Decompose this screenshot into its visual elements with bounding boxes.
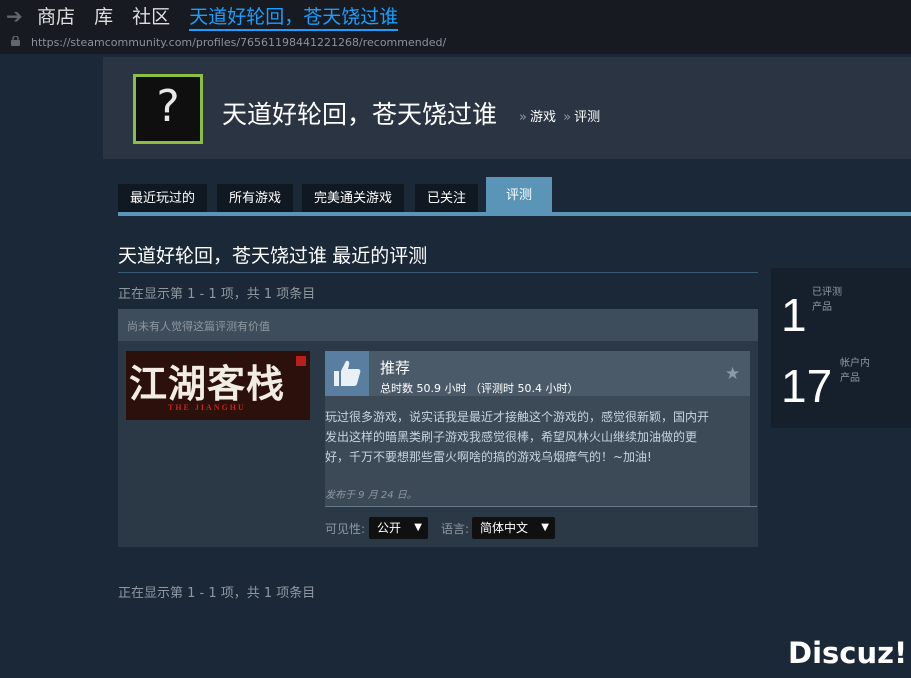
star-award-icon[interactable]: ★ xyxy=(725,364,740,384)
breadcrumb-separator: » xyxy=(519,110,527,125)
nav-community[interactable]: 社区 xyxy=(132,6,170,28)
watermark-logo: Discuz! xyxy=(788,636,908,670)
breadcrumb: » 游戏 » 评测 xyxy=(516,106,600,125)
tab-recently-played[interactable]: 最近玩过的 xyxy=(118,184,208,212)
review-text-line: 玩过很多游戏，说实话我是最近才接触这个游戏的，感觉很新颖，国内开 xyxy=(325,410,710,424)
pagination-count-top: 正在显示第 1 - 1 项，共 1 项条目 xyxy=(118,287,316,302)
reviewed-count[interactable]: 1 xyxy=(781,288,807,342)
visibility-value: 公开 xyxy=(377,521,402,535)
title-divider xyxy=(118,272,758,273)
breadcrumb-separator: » xyxy=(563,110,572,125)
reviewed-label-line2: 产品 xyxy=(812,302,832,313)
tab-perfect-games[interactable]: 完美通关游戏 xyxy=(302,184,405,212)
review-card-header: 尚未有人觉得这篇评测有价值 xyxy=(118,309,758,341)
game-logo-subtitle: THE JIANGHU xyxy=(168,403,246,412)
visibility-dropdown[interactable]: 公开 ▼ xyxy=(369,517,428,539)
owned-label: 帐户内 产品 xyxy=(840,356,870,386)
url-bar: https://steamcommunity.com/profiles/7656… xyxy=(0,32,911,54)
review-stats: 1 已评测 产品 17 帐户内 产品 xyxy=(771,268,911,428)
back-arrow-icon[interactable]: ➔ xyxy=(6,4,23,28)
profile-name[interactable]: 天道好轮回，苍天饶过谁 xyxy=(222,95,497,131)
review-text-line: 好，千万不要想那些雷火啊啥的搞的游戏乌烟瘴气的！~加油! xyxy=(325,450,652,464)
review-content: 推荐 总时数 50.9 小时 （评测时 50.4 小时） ★ 玩过很多游戏，说实… xyxy=(325,351,750,506)
game-capsule[interactable]: 江湖客栈 THE JIANGHU xyxy=(126,351,310,420)
thumbs-up-icon xyxy=(325,351,369,396)
reviewed-label: 已评测 产品 xyxy=(812,285,842,315)
game-logo-text: 江湖客栈 xyxy=(129,361,286,406)
page-title: 天道好轮回，苍天饶过谁 最近的评测 xyxy=(118,246,428,267)
avatar[interactable]: ? xyxy=(133,74,203,144)
nav-store[interactable]: 商店 xyxy=(37,6,75,28)
nav-library[interactable]: 库 xyxy=(94,6,113,28)
language-dropdown[interactable]: 简体中文 ▼ xyxy=(472,517,555,539)
language-value: 简体中文 xyxy=(480,521,529,535)
visibility-label: 可见性: xyxy=(325,522,366,536)
review-text-line: 发出这样的暗黑类刷子游戏我感觉很棒，希望风林火山继续加油做的更 xyxy=(325,430,698,444)
review-text: 玩过很多游戏，说实话我是最近才接触这个游戏的，感觉很新颖，国内开 发出这样的暗黑… xyxy=(325,407,750,467)
client-nav-bar: ➔ 商店 库 社区 天道好轮回，苍天饶过谁 xyxy=(0,0,911,32)
posted-date: 发布于 9 月 24 日。 xyxy=(325,490,417,501)
verdict-title[interactable]: 推荐 xyxy=(380,357,410,378)
chevron-down-icon: ▼ xyxy=(541,522,549,533)
pagination-count-bottom: 正在显示第 1 - 1 项，共 1 项条目 xyxy=(118,586,316,601)
tab-all-games[interactable]: 所有游戏 xyxy=(217,184,294,212)
breadcrumb-games[interactable]: 游戏 xyxy=(530,110,556,125)
controls-divider xyxy=(325,506,757,507)
vote-header[interactable]: 推荐 总时数 50.9 小时 （评测时 50.4 小时） ★ xyxy=(325,351,750,396)
owned-label-line2: 产品 xyxy=(840,373,860,384)
url-text[interactable]: https://steamcommunity.com/profiles/7656… xyxy=(31,36,446,49)
avatar-placeholder-icon: ? xyxy=(156,81,180,132)
breadcrumb-reviews[interactable]: 评测 xyxy=(574,110,600,125)
nav-profile[interactable]: 天道好轮回，苍天饶过谁 xyxy=(189,6,399,31)
owned-count[interactable]: 17 xyxy=(781,359,832,413)
game-logo-seal xyxy=(296,356,306,366)
language-label: 语言: xyxy=(441,522,470,536)
profile-header: ? 天道好轮回，苍天饶过谁 » 游戏 » 评测 xyxy=(103,57,911,159)
review-card: 尚未有人觉得这篇评测有价值 江湖客栈 THE JIANGHU 推荐 总时数 50… xyxy=(118,309,758,547)
tab-followed[interactable]: 已关注 xyxy=(415,184,479,212)
client-nav: 商店 库 社区 天道好轮回，苍天饶过谁 xyxy=(37,2,411,31)
tabs-divider xyxy=(118,212,911,216)
reviewed-label-line1: 已评测 xyxy=(812,287,842,298)
tab-reviews[interactable]: 评测 xyxy=(486,177,553,212)
chevron-down-icon: ▼ xyxy=(414,522,422,533)
lock-icon xyxy=(11,36,20,46)
playtime: 总时数 50.9 小时 （评测时 50.4 小时） xyxy=(380,382,579,395)
owned-label-line1: 帐户内 xyxy=(840,358,870,369)
helpful-note: 尚未有人觉得这篇评测有价值 xyxy=(127,320,270,333)
